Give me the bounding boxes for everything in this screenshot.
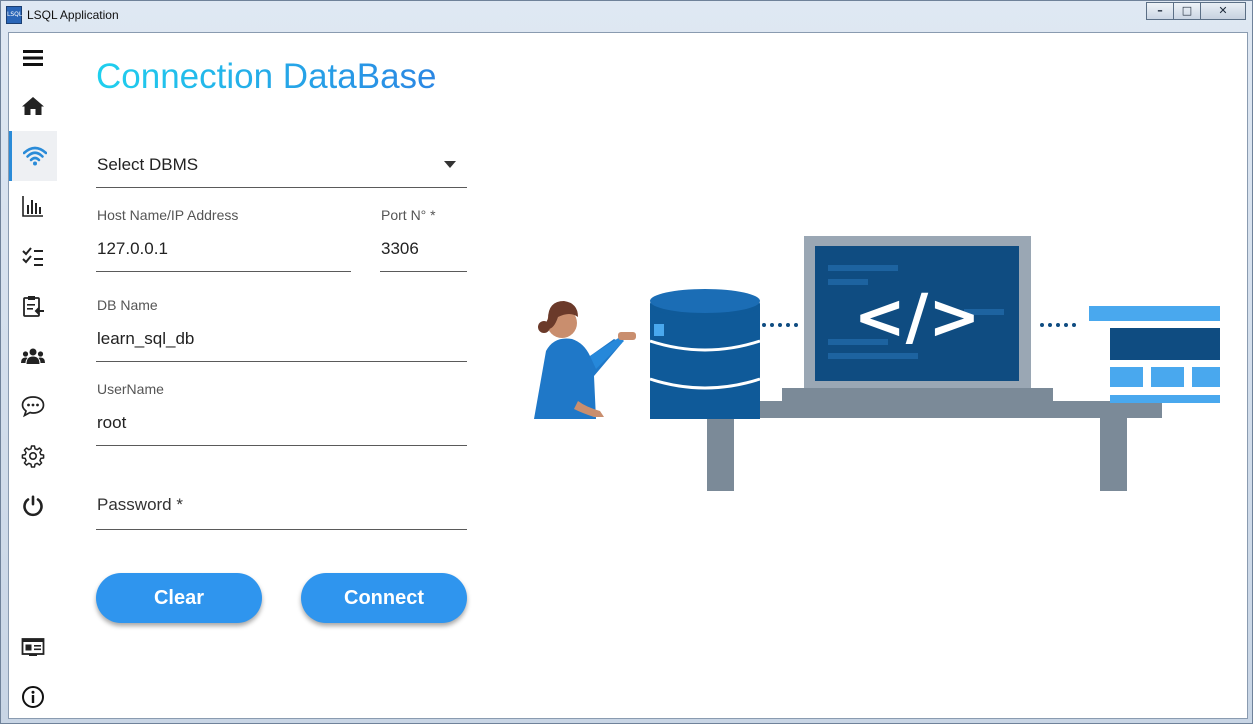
browser-window-illustration bbox=[1089, 306, 1220, 403]
dbms-select-value: Select DBMS bbox=[97, 155, 199, 174]
sidebar-item-settings[interactable] bbox=[9, 431, 57, 481]
db-name-value[interactable]: learn_sql_db bbox=[97, 329, 449, 349]
host-label: Host Name/IP Address bbox=[97, 207, 239, 223]
title-bar[interactable]: LSQL LSQL Application – □ ✕ bbox=[1, 1, 1252, 31]
password-field[interactable]: Password * bbox=[96, 485, 467, 530]
maximize-button[interactable]: □ bbox=[1173, 2, 1201, 20]
close-icon: ✕ bbox=[1218, 4, 1228, 17]
clear-button[interactable]: Clear bbox=[96, 573, 262, 623]
sidebar bbox=[9, 33, 57, 718]
users-icon bbox=[21, 348, 45, 364]
laptop-illustration: </> bbox=[782, 236, 1053, 401]
checklist-icon bbox=[22, 247, 43, 266]
sidebar-item-account[interactable] bbox=[9, 622, 57, 672]
sidebar-item-connection[interactable] bbox=[9, 131, 57, 181]
sidebar-item-history[interactable] bbox=[9, 281, 57, 331]
code-symbol: </> bbox=[854, 280, 981, 353]
database-connection-illustration: </> bbox=[534, 236, 1220, 491]
sidebar-item-home[interactable] bbox=[9, 81, 57, 131]
gear-icon bbox=[21, 445, 45, 468]
app-window: LSQL LSQL Application – □ ✕ Connection D… bbox=[0, 0, 1253, 724]
port-field[interactable]: Port N° * 3306 bbox=[380, 201, 467, 272]
port-label: Port N° * bbox=[381, 207, 436, 223]
sidebar-item-chat[interactable] bbox=[9, 381, 57, 431]
sidebar-item-statistics[interactable] bbox=[9, 181, 57, 231]
menu-icon bbox=[23, 50, 43, 66]
dbms-select[interactable]: Select DBMS bbox=[96, 145, 467, 188]
host-field[interactable]: Host Name/IP Address 127.0.0.1 bbox=[96, 201, 351, 272]
close-button[interactable]: ✕ bbox=[1200, 2, 1246, 20]
clipboard-icon bbox=[23, 296, 44, 317]
chat-icon bbox=[21, 396, 45, 418]
sidebar-item-menu[interactable] bbox=[9, 33, 57, 83]
connect-button[interactable]: Connect bbox=[301, 573, 467, 623]
username-label: UserName bbox=[97, 381, 164, 397]
db-name-label: DB Name bbox=[97, 297, 158, 313]
minimize-button[interactable]: – bbox=[1146, 2, 1174, 20]
client-area: Connection DataBase Select DBMS Host Nam… bbox=[8, 32, 1248, 719]
sidebar-item-users[interactable] bbox=[9, 331, 57, 381]
id-card-icon bbox=[21, 638, 45, 656]
wifi-icon bbox=[22, 146, 47, 166]
username-field[interactable]: UserName root bbox=[96, 375, 467, 446]
bar-chart-icon bbox=[22, 196, 43, 217]
database-illustration bbox=[649, 289, 761, 419]
window-controls: – □ ✕ bbox=[1146, 2, 1246, 20]
db-name-field[interactable]: DB Name learn_sql_db bbox=[96, 291, 467, 362]
power-icon bbox=[23, 495, 43, 517]
host-value[interactable]: 127.0.0.1 bbox=[97, 239, 339, 259]
port-value[interactable]: 3306 bbox=[381, 239, 464, 259]
minimize-icon: – bbox=[1157, 4, 1163, 17]
maximize-icon: □ bbox=[1181, 4, 1193, 17]
person-illustration bbox=[534, 301, 636, 419]
home-icon bbox=[22, 97, 44, 115]
sidebar-item-about[interactable] bbox=[9, 672, 57, 718]
chevron-down-icon bbox=[444, 161, 456, 168]
sidebar-item-tasks[interactable] bbox=[9, 231, 57, 281]
sidebar-item-logout[interactable] bbox=[9, 481, 57, 531]
info-icon bbox=[22, 686, 44, 708]
password-label: Password * bbox=[97, 495, 183, 514]
page-title: Connection DataBase bbox=[96, 57, 437, 96]
window-title: LSQL Application bbox=[27, 8, 119, 22]
app-icon: LSQL bbox=[6, 6, 22, 24]
username-value[interactable]: root bbox=[97, 413, 449, 433]
